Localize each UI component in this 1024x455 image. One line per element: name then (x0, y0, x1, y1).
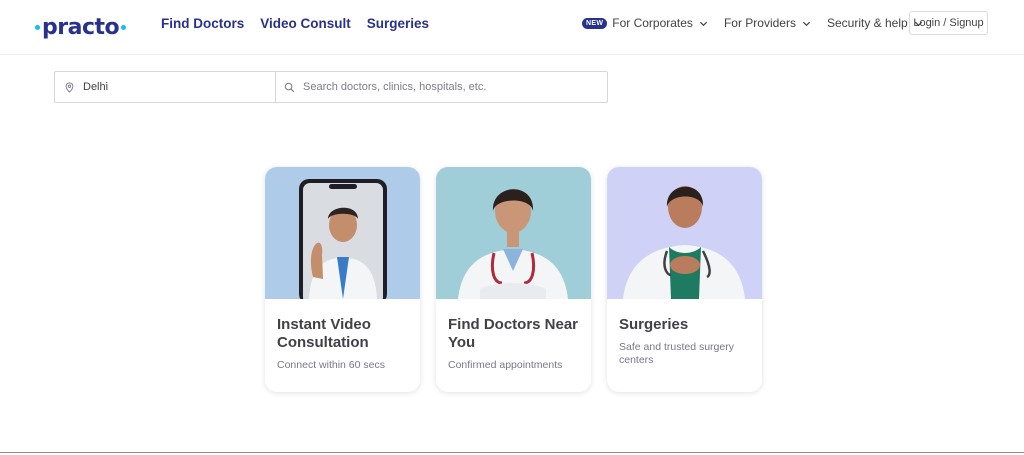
card-surgeries[interactable]: Surgeries Safe and trusted surgery cente… (607, 167, 762, 392)
nav-for-providers[interactable]: For Providers (724, 16, 811, 30)
location-field[interactable] (55, 72, 276, 102)
page-bottom-divider (0, 452, 1024, 453)
search-bar (54, 71, 608, 103)
nav-find-doctors[interactable]: Find Doctors (161, 16, 244, 31)
location-pin-icon (65, 81, 74, 93)
search-field[interactable] (276, 72, 607, 102)
doctor-on-phone-illustration (299, 179, 387, 299)
card-find-doctors-near-you[interactable]: Find Doctors Near You Confirmed appointm… (436, 167, 591, 392)
card-subtitle: Confirmed appointments (448, 359, 563, 371)
card-title: Find Doctors Near You (448, 316, 579, 351)
secondary-nav: NEW For Corporates For Providers Securit… (582, 11, 939, 35)
login-signup-button[interactable]: Login / Signup (909, 11, 988, 35)
logo-text: practo (42, 14, 120, 40)
nav-for-providers-label: For Providers (723, 16, 796, 30)
card-title: Instant Video Consultation (277, 316, 371, 351)
logo-dot-right (121, 24, 127, 30)
card-instant-video-consultation[interactable]: Instant Video Consultation Connect withi… (265, 167, 420, 392)
chevron-down-icon (802, 21, 811, 26)
location-input[interactable] (81, 80, 275, 94)
nav-surgeries[interactable]: Surgeries (367, 16, 429, 31)
card-title: Surgeries (619, 316, 689, 333)
new-badge: NEW (582, 17, 608, 29)
practo-logo[interactable]: practo (35, 13, 127, 41)
nav-for-corporates[interactable]: NEW For Corporates (582, 16, 708, 30)
search-input[interactable] (301, 80, 607, 94)
card-subtitle: Safe and trusted surgery centers (619, 341, 734, 366)
top-navbar: practo Find Doctors Video Consult Surger… (0, 0, 1024, 55)
find-doctors-image (436, 167, 591, 299)
nav-video-consult[interactable]: Video Consult (260, 16, 351, 31)
nav-for-corporates-label: For Corporates (612, 16, 693, 30)
chevron-down-icon (699, 21, 708, 26)
card-subtitle: Connect within 60 secs (277, 359, 385, 371)
surgeries-image (607, 167, 762, 299)
surgeon-illustration (623, 186, 745, 299)
logo-dot-left (35, 24, 40, 30)
search-icon (284, 82, 295, 92)
main-nav: Find Doctors Video Consult Surgeries (161, 16, 429, 31)
video-consult-image (265, 167, 420, 299)
female-doctor-illustration (458, 189, 568, 299)
nav-security-help-label: Security & help (826, 16, 908, 30)
